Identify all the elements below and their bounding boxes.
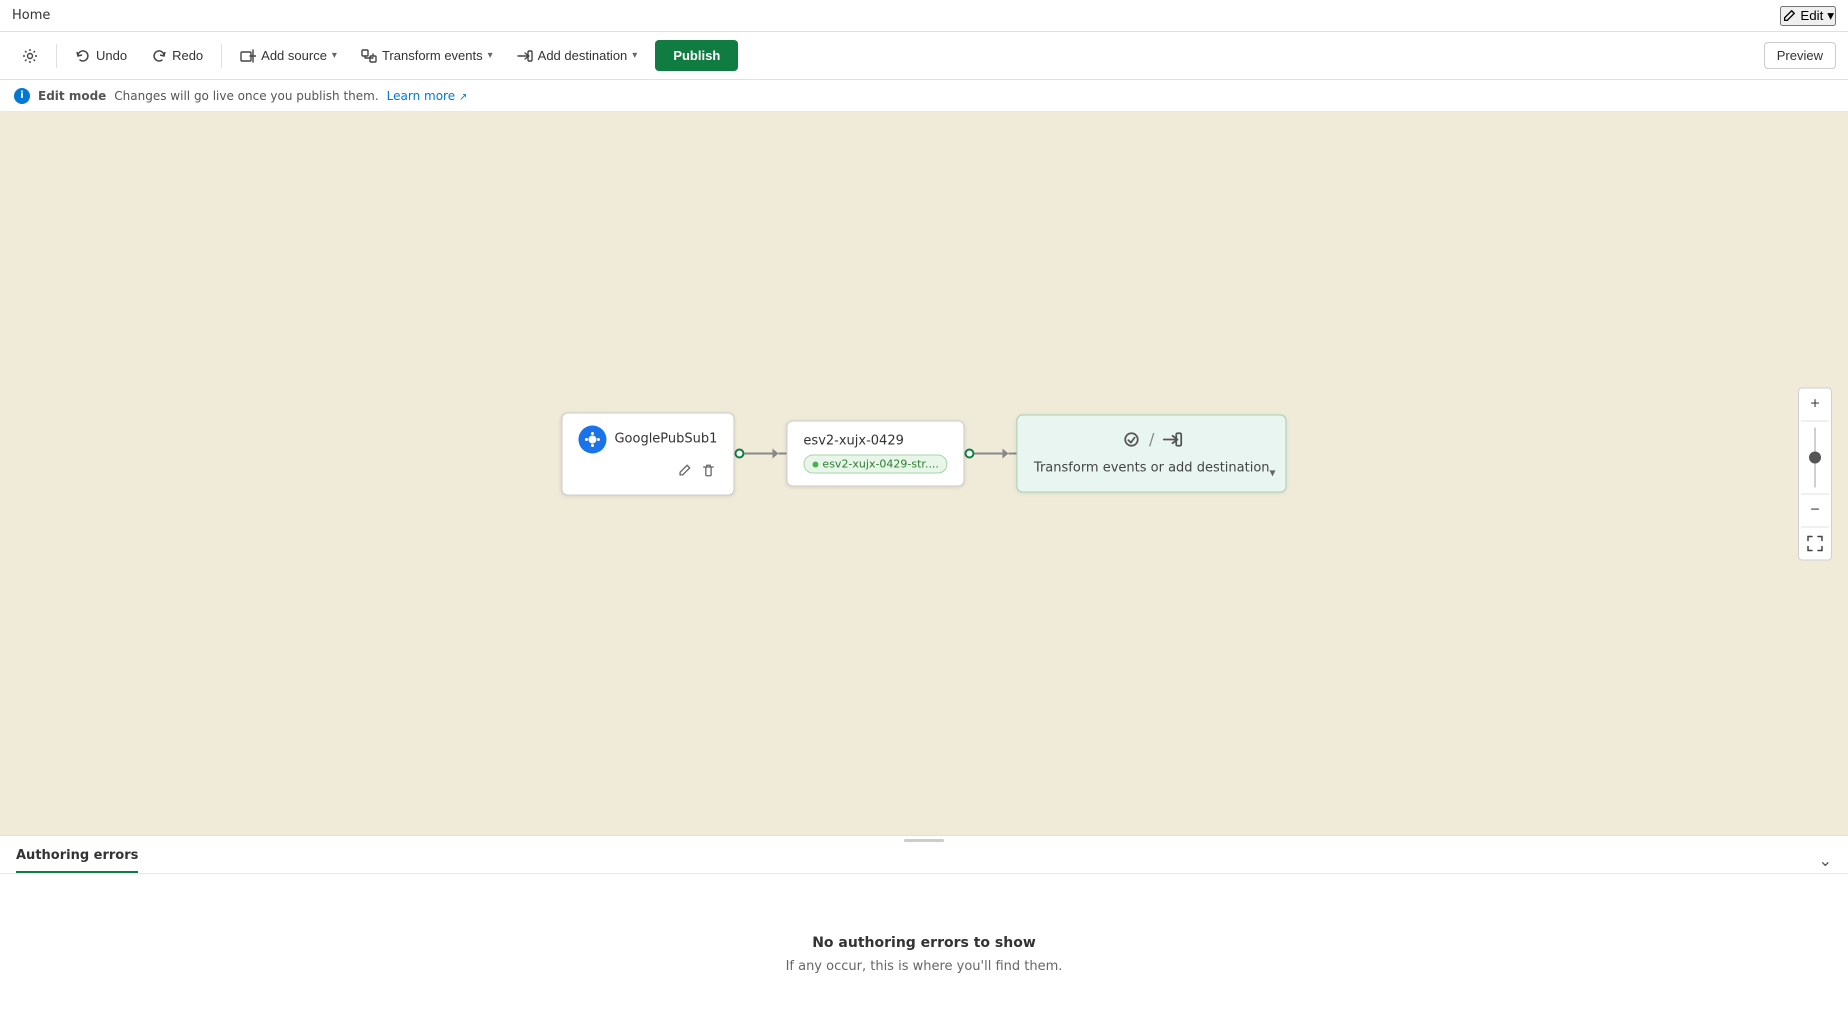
- undo-button[interactable]: Undo: [65, 43, 137, 69]
- external-link-icon: ↗: [459, 92, 467, 103]
- dest-separator: /: [1149, 430, 1154, 449]
- authoring-errors-title: Authoring errors: [16, 848, 138, 873]
- title-bar-right: Edit ▾: [1780, 6, 1836, 26]
- no-errors-subtitle: If any occur, this is where you'll find …: [786, 959, 1063, 974]
- zoom-fit-button[interactable]: [1801, 529, 1829, 557]
- preview-button[interactable]: Preview: [1764, 42, 1836, 69]
- info-bar: i Edit mode Changes will go live once yo…: [0, 80, 1848, 112]
- add-source-icon: [240, 48, 256, 64]
- line-4: [1009, 453, 1017, 455]
- zoom-in-button[interactable]: +: [1801, 390, 1829, 418]
- line-1: [744, 453, 772, 455]
- separator-1: [56, 44, 57, 68]
- toolbar: Undo Redo Add source ▾ Transform events …: [0, 32, 1848, 80]
- transform-events-button[interactable]: Transform events ▾: [351, 43, 503, 69]
- edit-icon: [1782, 9, 1796, 23]
- chevron-down-icon: ▾: [1827, 8, 1834, 24]
- transform-events-label: Transform events: [382, 48, 483, 63]
- settings-icon: [22, 48, 38, 64]
- connector-2: [965, 449, 1017, 459]
- zoom-controls: + −: [1798, 387, 1832, 560]
- edit-button[interactable]: Edit ▾: [1780, 6, 1836, 26]
- source-delete-button[interactable]: [699, 461, 717, 482]
- canvas[interactable]: GooglePubSub1: [0, 112, 1848, 835]
- learn-more-link[interactable]: Learn more ↗: [387, 89, 468, 103]
- redo-label: Redo: [172, 48, 203, 63]
- zoom-divider-2: [1801, 493, 1829, 494]
- middle-node-title: esv2-xujx-0429: [803, 434, 948, 449]
- middle-node[interactable]: esv2-xujx-0429 esv2-xujx-0429-str....: [786, 421, 965, 487]
- edit-mode-label: Edit mode: [38, 89, 106, 103]
- undo-label: Undo: [96, 48, 127, 63]
- source-edit-button[interactable]: [675, 461, 693, 482]
- main-area: GooglePubSub1: [0, 112, 1848, 1035]
- bottom-panel: Authoring errors ⌄ No authoring errors t…: [0, 835, 1848, 1035]
- transform-icon: [361, 48, 377, 64]
- bottom-panel-header: Authoring errors ⌄: [0, 844, 1848, 874]
- add-source-button[interactable]: Add source ▾: [230, 43, 347, 69]
- page-title: Home: [12, 8, 50, 23]
- middle-node-tag: esv2-xujx-0429-str....: [803, 455, 948, 474]
- destination-dest-icon: [1162, 429, 1182, 449]
- source-node-label: GooglePubSub1: [614, 432, 717, 447]
- zoom-divider-1: [1801, 420, 1829, 421]
- undo-icon: [75, 48, 91, 64]
- info-message: Changes will go live once you publish th…: [114, 89, 378, 103]
- source-node[interactable]: GooglePubSub1: [561, 412, 734, 495]
- line-2: [778, 453, 786, 455]
- add-destination-label: Add destination: [538, 48, 628, 63]
- redo-button[interactable]: Redo: [141, 43, 213, 69]
- edit-label: Edit: [1800, 8, 1823, 23]
- zoom-out-button[interactable]: −: [1801, 496, 1829, 524]
- google-pubsub-icon: [578, 425, 606, 453]
- separator-2: [221, 44, 222, 68]
- publish-button[interactable]: Publish: [655, 40, 738, 71]
- destination-node[interactable]: / Transform events or add destination ▾: [1017, 414, 1287, 492]
- info-icon: i: [14, 88, 30, 104]
- transform-events-chevron: ▾: [488, 50, 493, 61]
- connector-dot-2: [965, 449, 975, 459]
- redo-icon: [151, 48, 167, 64]
- edit-icon: [677, 463, 691, 477]
- connector-dot-1: [734, 449, 744, 459]
- bottom-panel-content: No authoring errors to show If any occur…: [0, 874, 1848, 1035]
- title-bar: Home Edit ▾: [0, 0, 1848, 32]
- add-source-label: Add source: [261, 48, 327, 63]
- add-destination-chevron: ▾: [632, 50, 637, 61]
- delete-icon: [701, 463, 715, 477]
- flow-container: GooglePubSub1: [561, 412, 1286, 495]
- destination-node-label: Transform events or add destination: [1034, 459, 1270, 477]
- dest-chevron-icon: ▾: [1270, 466, 1276, 480]
- zoom-divider-3: [1801, 526, 1829, 527]
- no-errors-title: No authoring errors to show: [812, 935, 1036, 951]
- chevron-down-icon: ⌄: [1819, 853, 1832, 870]
- source-node-actions: [578, 461, 717, 482]
- collapse-panel-button[interactable]: ⌄: [1819, 851, 1832, 871]
- fit-view-icon: [1807, 535, 1823, 551]
- connector-1: [734, 449, 786, 459]
- settings-button[interactable]: [12, 43, 48, 69]
- add-destination-button[interactable]: Add destination ▾: [507, 43, 648, 69]
- panel-resize-handle[interactable]: [0, 836, 1848, 844]
- zoom-slider[interactable]: [1814, 427, 1816, 487]
- zoom-slider-thumb: [1809, 451, 1821, 463]
- transform-dest-icon: [1121, 429, 1141, 449]
- add-source-chevron: ▾: [332, 50, 337, 61]
- line-3: [975, 453, 1003, 455]
- tag-label: esv2-xujx-0429-str....: [822, 458, 939, 471]
- tag-dot: [812, 461, 818, 467]
- title-bar-left: Home: [12, 8, 50, 23]
- handle-bar: [904, 839, 944, 842]
- add-destination-icon: [517, 48, 533, 64]
